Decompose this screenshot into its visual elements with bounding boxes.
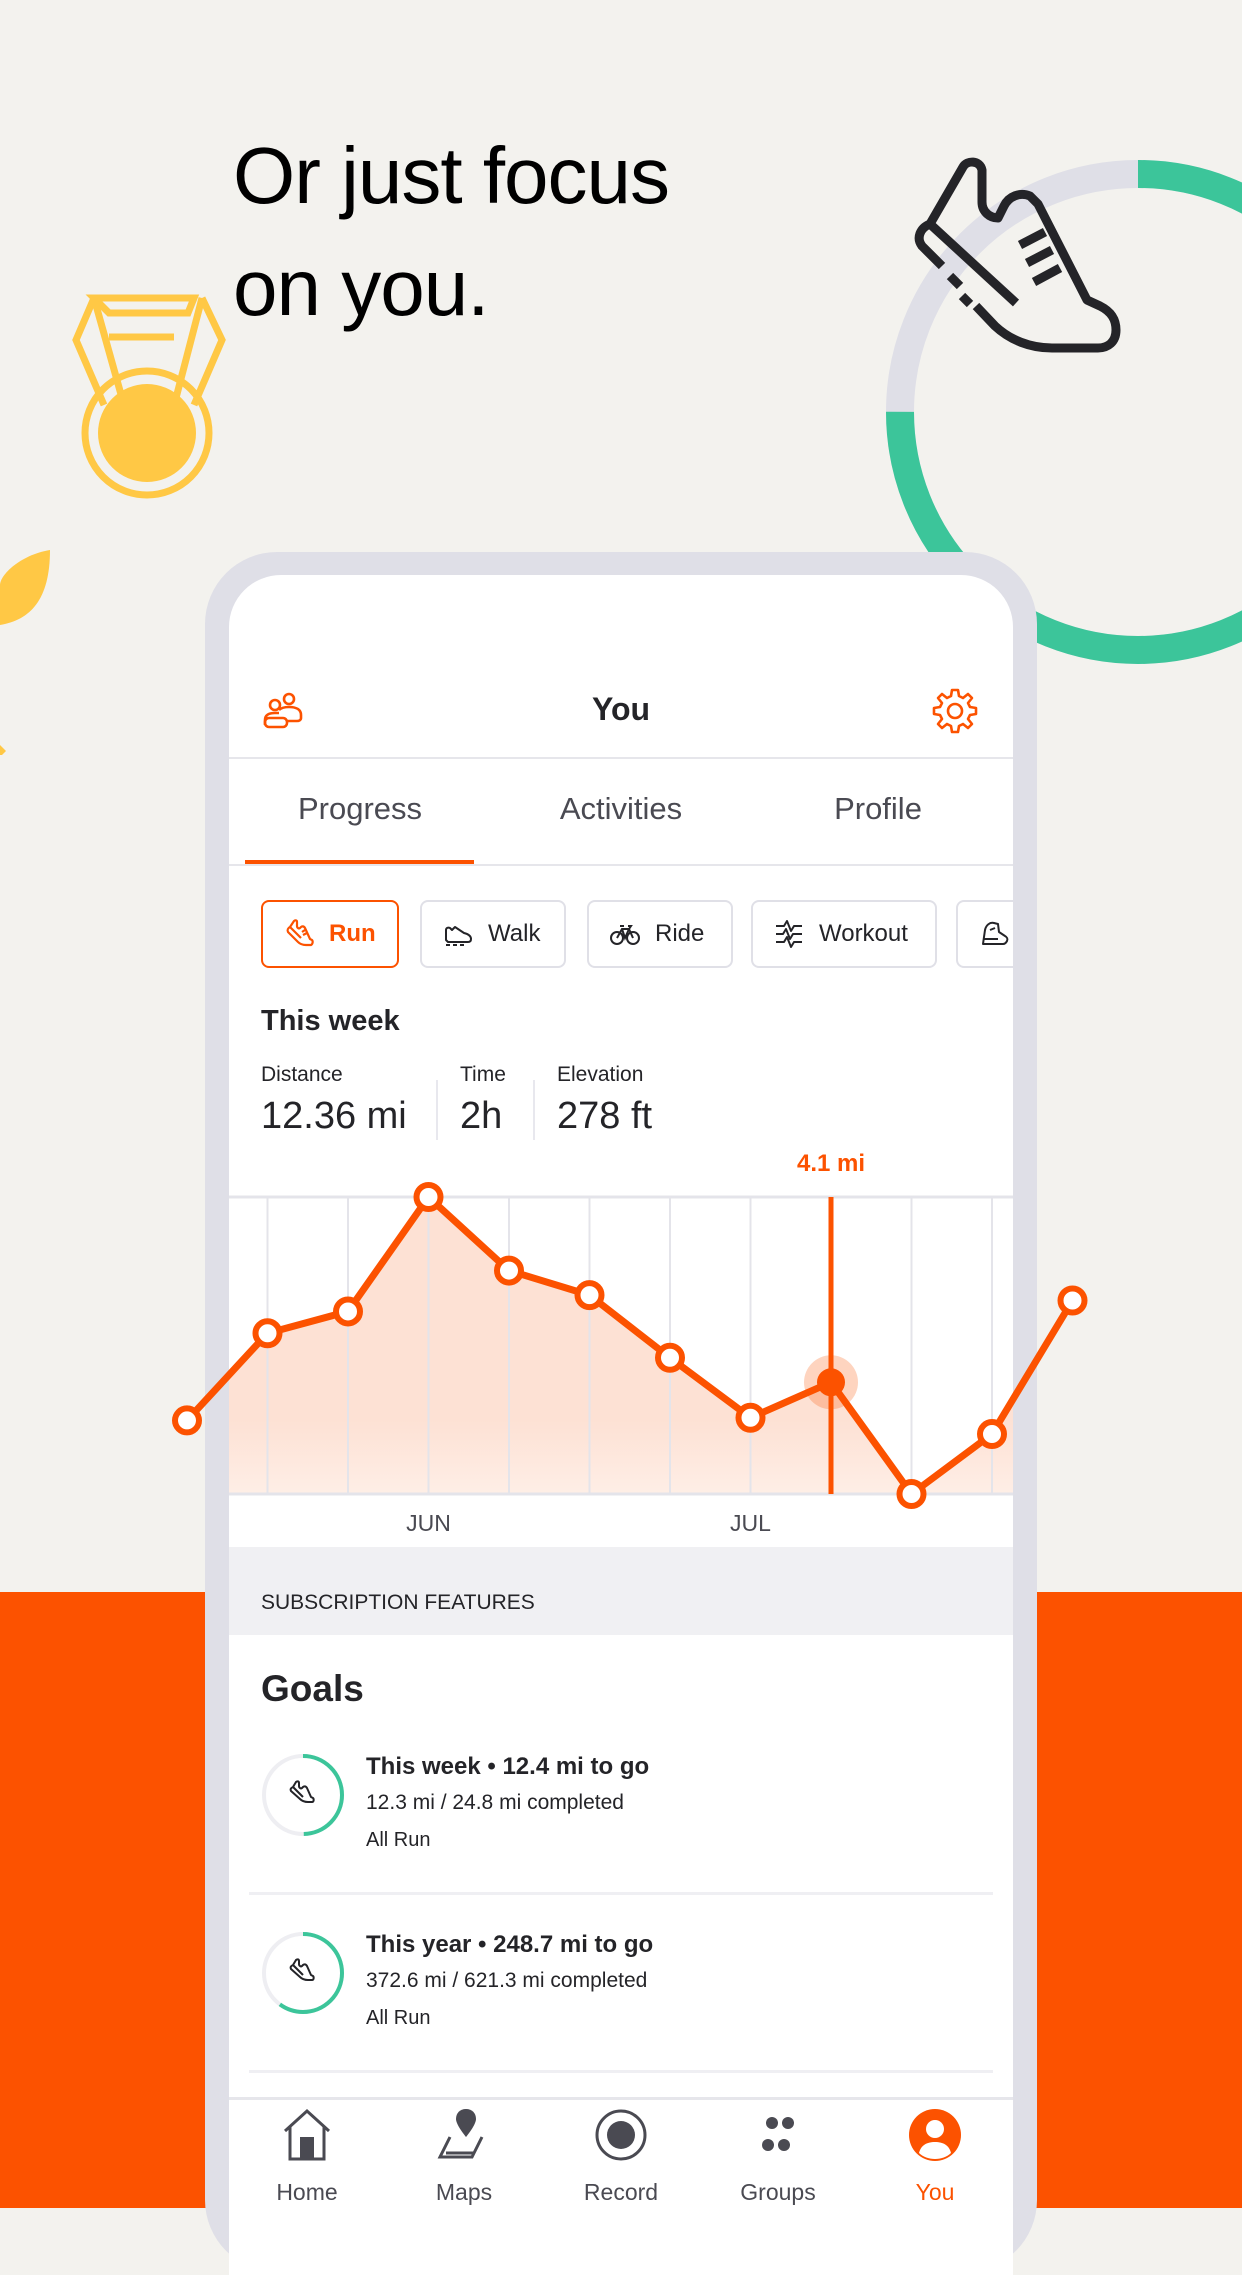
chart-data-point [735,1402,766,1433]
chart-data-point [413,1182,444,1212]
chart-area-fill [229,1197,1013,1494]
chart-data-point [977,1419,1007,1450]
chart-data-point [655,1342,685,1373]
chart-data-point-highlighted [817,1368,845,1397]
chart-data-point [896,1479,927,1509]
distance-line-chart [172,1182,1088,1509]
chart-data-point [333,1296,363,1327]
chart-data-point [172,1405,202,1436]
chart-data-point [1057,1285,1088,1316]
chart-data-point [494,1255,524,1286]
chart-data-point [574,1280,605,1311]
chart-data-point [252,1318,283,1349]
